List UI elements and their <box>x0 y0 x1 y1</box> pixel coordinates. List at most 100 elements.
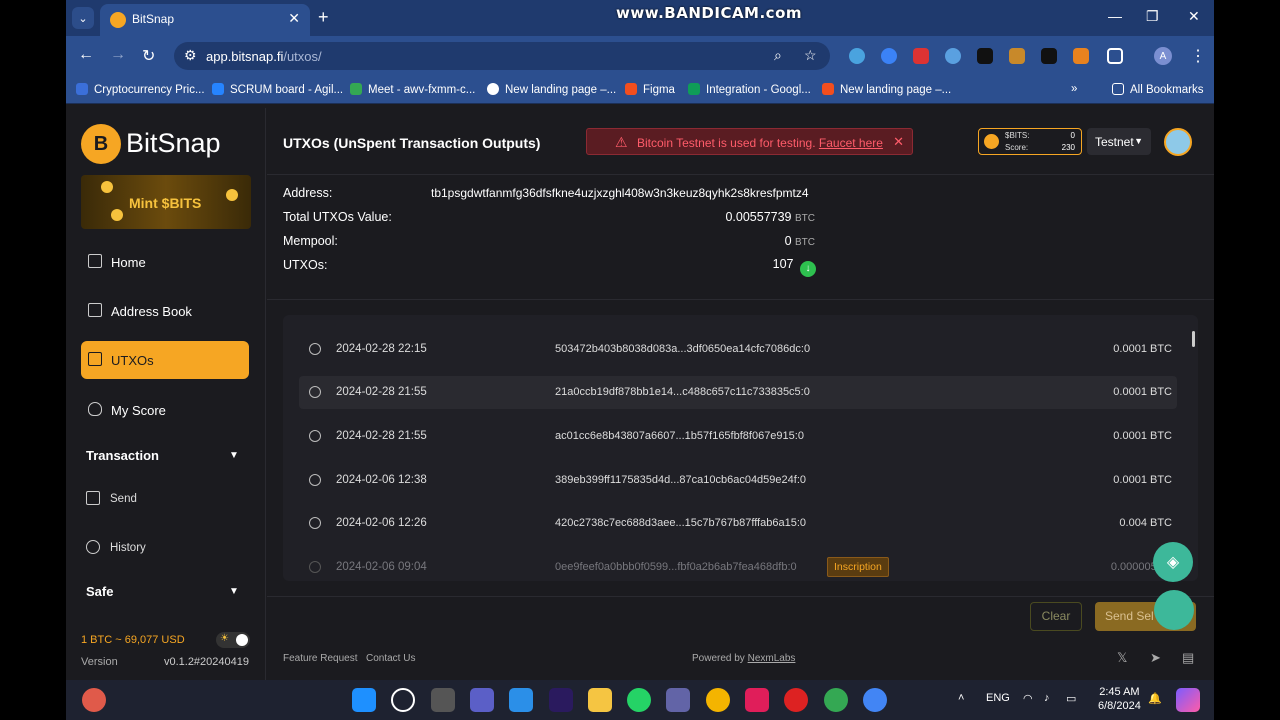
chrome-icon[interactable] <box>706 688 730 712</box>
transaction-section[interactable]: Transaction <box>86 448 159 463</box>
weather-icon[interactable] <box>82 688 106 712</box>
url-text[interactable]: app.bitsnap.fi/utxos/ <box>206 49 322 64</box>
reload-icon[interactable]: ↻ <box>142 46 155 66</box>
utxo-row[interactable]: 2024-02-28 21:55 21a0ccb19df878bb1e14...… <box>299 376 1177 409</box>
copilot-icon[interactable] <box>1176 688 1200 712</box>
telegram-icon[interactable]: ➤ <box>1150 650 1161 666</box>
task-view-icon[interactable] <box>431 688 455 712</box>
mint-bits-banner[interactable]: Mint $BITS <box>81 175 251 229</box>
download-icon[interactable]: ↓ <box>800 261 816 277</box>
select-radio[interactable] <box>309 474 321 486</box>
close-window-icon[interactable]: ✕ <box>1188 8 1200 25</box>
extension-icon[interactable] <box>977 48 993 64</box>
close-alert-icon[interactable]: ✕ <box>893 134 904 150</box>
file-explorer-icon[interactable] <box>588 688 612 712</box>
start-icon[interactable] <box>352 688 376 712</box>
wifi-icon[interactable]: ◠ <box>1023 692 1033 705</box>
bitsnap-logo-icon[interactable]: B <box>81 124 121 164</box>
slack-icon[interactable] <box>745 688 769 712</box>
restore-icon[interactable]: ❐ <box>1146 8 1159 25</box>
language-indicator[interactable]: ENG <box>986 692 1010 704</box>
extension-icon[interactable] <box>913 48 929 64</box>
support-avatar[interactable] <box>1154 590 1194 630</box>
brand-name[interactable]: BitSnap <box>126 128 221 159</box>
omnibox[interactable]: ⚙ app.bitsnap.fi/utxos/ ⌕ ☆ <box>174 42 830 70</box>
bookmark-item[interactable]: Meet - awv-fxmm-c... <box>350 83 475 96</box>
chevron-up-icon[interactable]: ˄ <box>958 692 964 704</box>
minimize-icon[interactable]: — <box>1108 8 1122 24</box>
bits-score-widget[interactable]: $BITS: Score: 0 230 <box>978 128 1082 155</box>
safe-section[interactable]: Safe <box>86 584 113 599</box>
x-extension-icon[interactable] <box>1041 48 1057 64</box>
sidebar-item-my-score[interactable]: My Score <box>81 391 249 429</box>
list-scrollbar[interactable] <box>1192 331 1195 347</box>
record-icon[interactable] <box>784 688 808 712</box>
forward-icon[interactable]: → <box>110 46 126 64</box>
sidebar-item-address-book[interactable]: Address Book <box>81 292 249 330</box>
sidebar-item-send[interactable]: Send <box>86 491 137 505</box>
select-radio[interactable] <box>309 386 321 398</box>
bookmark-item[interactable]: Cryptocurrency Pric... <box>76 83 205 96</box>
tab-search-button[interactable]: ⌄ <box>72 7 94 29</box>
sidebar-item-utxos[interactable]: UTXOs <box>81 341 249 379</box>
sidebar-item-history[interactable]: History <box>86 540 146 554</box>
zoom-icon[interactable]: ⌕ <box>774 47 782 64</box>
chevron-down-icon[interactable]: ▼ <box>229 586 239 597</box>
bookmark-item[interactable]: Integration - Googl... <box>688 83 811 96</box>
x-social-icon[interactable]: 𝕏 <box>1117 650 1127 666</box>
premiere-icon[interactable] <box>549 688 573 712</box>
all-bookmarks[interactable]: All Bookmarks <box>1112 83 1204 96</box>
site-info-icon[interactable]: ⚙ <box>184 47 197 64</box>
bookmark-item[interactable]: Figma <box>625 83 675 96</box>
chrome-profile-icon[interactable] <box>824 688 848 712</box>
utxo-row[interactable]: 2024-02-28 21:55 ac01cc6e8b43807a6607...… <box>299 420 1177 453</box>
chrome-active-icon[interactable] <box>863 688 887 712</box>
extensions-puzzle-icon[interactable] <box>1107 48 1123 64</box>
faucet-link[interactable]: Faucet here <box>819 136 883 150</box>
utxo-row[interactable]: 2024-02-06 12:38 389eb399ff1175835d4d...… <box>299 464 1177 497</box>
contact-us-link[interactable]: Contact Us <box>366 653 415 664</box>
battery-icon[interactable]: ▭ <box>1066 692 1076 705</box>
select-radio[interactable] <box>309 517 321 529</box>
menu-kebab-icon[interactable]: ⋮ <box>1190 46 1206 66</box>
network-select[interactable]: Testnet ▼ <box>1087 128 1151 155</box>
nexmlabs-link[interactable]: NexmLabs <box>748 653 796 664</box>
close-tab-icon[interactable]: ✕ <box>288 10 300 27</box>
utxo-row[interactable]: 2024-02-28 22:15 503472b403b8038d083a...… <box>299 333 1177 366</box>
theme-toggle[interactable]: ☀ <box>216 632 250 648</box>
more-bookmarks-icon[interactable]: » <box>1071 83 1077 95</box>
extension-icon[interactable] <box>849 48 865 64</box>
metamask-icon[interactable] <box>1073 48 1089 64</box>
select-radio[interactable] <box>309 343 321 355</box>
bookmark-item[interactable]: New landing page –... <box>487 83 616 96</box>
chevron-down-icon[interactable]: ▼ <box>229 450 239 461</box>
user-avatar[interactable] <box>1164 128 1192 156</box>
vscode-icon[interactable] <box>509 688 533 712</box>
teams-new-icon[interactable] <box>666 688 690 712</box>
docs-icon[interactable]: ▤ <box>1182 650 1194 666</box>
new-tab-icon[interactable]: + <box>318 7 329 28</box>
extension-icon[interactable] <box>945 48 961 64</box>
bookmark-star-icon[interactable]: ☆ <box>804 47 817 64</box>
address-value[interactable]: tb1psgdwtfanmfg36dfsfkne4uzjxzghl408w3n3… <box>431 186 809 200</box>
notification-bell-icon[interactable]: 🔔 <box>1148 692 1162 705</box>
extension-icon[interactable] <box>881 48 897 64</box>
profile-avatar[interactable]: A <box>1154 47 1172 65</box>
clear-button[interactable]: Clear <box>1030 602 1082 631</box>
back-icon[interactable]: ← <box>78 46 94 64</box>
utxo-row[interactable]: 2024-02-06 12:26 420c2738c7ec688d3aee...… <box>299 507 1177 540</box>
bookmark-item[interactable]: New landing page –... <box>822 83 951 96</box>
feature-request-link[interactable]: Feature Request <box>283 653 358 664</box>
gem-icon[interactable]: ◈ <box>1153 542 1193 582</box>
volume-icon[interactable]: ♪ <box>1044 692 1050 704</box>
whatsapp-icon[interactable] <box>627 688 651 712</box>
tab-bitsnap[interactable]: BitSnap ✕ <box>100 4 310 36</box>
main-content: UTXOs (UnSpent Transaction Outputs) ⚠ Bi… <box>267 108 1214 680</box>
teams-icon[interactable] <box>470 688 494 712</box>
clock[interactable]: 2:45 AM 6/8/2024 <box>1098 685 1141 713</box>
search-icon[interactable] <box>391 688 415 712</box>
select-radio[interactable] <box>309 430 321 442</box>
sidebar-item-home[interactable]: Home <box>81 243 249 281</box>
extension-icon[interactable] <box>1009 48 1025 64</box>
bookmark-item[interactable]: SCRUM board - Agil... <box>212 83 343 96</box>
